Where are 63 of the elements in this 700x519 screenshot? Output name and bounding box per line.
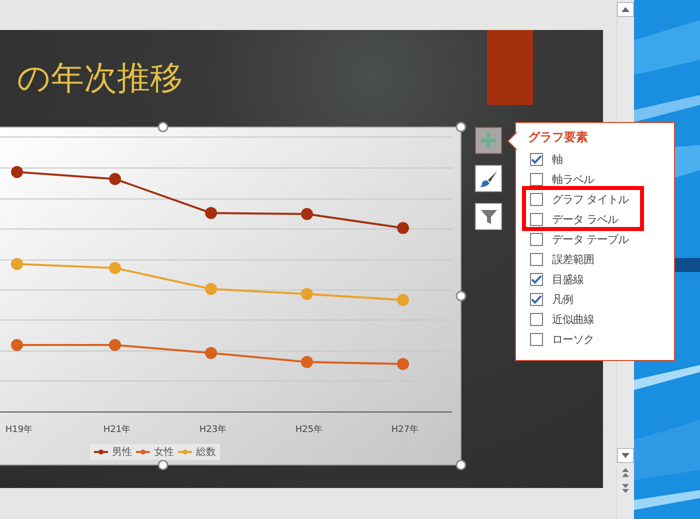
data-point: [11, 258, 23, 270]
axis-label: H27年: [391, 425, 419, 435]
checkbox[interactable]: [530, 292, 543, 306]
scroll-down-button[interactable]: [617, 448, 634, 463]
data-point: [109, 262, 121, 274]
data-point: [301, 288, 313, 300]
checkbox-label: 凡例: [552, 294, 573, 304]
axis-label: H19年: [5, 425, 33, 435]
scroll-up-button[interactable]: [617, 2, 634, 17]
checkbox[interactable]: [530, 172, 543, 186]
checkbox[interactable]: [530, 152, 543, 166]
resize-handle[interactable]: [456, 290, 466, 302]
data-point: [301, 356, 313, 368]
checkbox-label: 軸: [552, 154, 562, 164]
data-point: [109, 173, 121, 185]
data-point: [205, 283, 217, 295]
axis-label: H23年: [199, 425, 227, 435]
checkbox-label: 目盛線: [552, 274, 584, 284]
down-arrow-icon: [621, 451, 630, 460]
data-point: [397, 294, 409, 306]
checkbox[interactable]: [530, 312, 543, 326]
checkbox-label: データ ラベル: [552, 214, 618, 224]
brush-icon: [480, 170, 498, 186]
checkbox-label: 近似曲線: [552, 314, 594, 324]
double-up-arrow-icon: [621, 467, 630, 477]
data-point: [205, 347, 217, 359]
checkbox[interactable]: [530, 252, 543, 266]
data-point: [109, 339, 121, 351]
checkbox-label: 軸ラベル: [552, 174, 594, 184]
plus-icon: [481, 133, 496, 148]
checkbox-label: グラフ タイトル: [552, 194, 628, 204]
data-point: [205, 207, 217, 219]
axis-label: H25年: [295, 425, 323, 435]
resize-handle[interactable]: [158, 460, 168, 470]
checkbox-label: 誤差範囲: [552, 254, 594, 264]
legend-label: 男性: [112, 446, 132, 460]
checkbox-label: ローソク: [552, 334, 594, 344]
checkbox[interactable]: [530, 232, 543, 246]
data-point: [397, 358, 409, 370]
checkbox[interactable]: [530, 332, 543, 346]
filter-icon: [480, 208, 496, 224]
previous-slide-button[interactable]: [619, 466, 632, 478]
checkbox-label: データ テーブル: [552, 234, 628, 244]
chart-filters-button[interactable]: [475, 203, 502, 230]
checkbox[interactable]: [530, 212, 543, 226]
legend-label: 総数: [196, 446, 216, 460]
resize-handle[interactable]: [456, 122, 466, 132]
data-point: [11, 166, 23, 178]
axis-label: H21年: [103, 425, 131, 435]
data-point: [397, 222, 409, 234]
next-slide-button[interactable]: [619, 483, 632, 495]
double-down-arrow-icon: [621, 484, 630, 494]
checkbox[interactable]: [530, 272, 543, 286]
resize-handle[interactable]: [158, 122, 168, 132]
data-point: [301, 208, 313, 220]
up-arrow-icon: [621, 5, 630, 14]
data-point: [11, 339, 23, 351]
legend-label: 女性: [154, 446, 174, 460]
chart-styles-button[interactable]: [475, 165, 502, 192]
resize-handle[interactable]: [456, 460, 466, 470]
slide-title: の年次推移: [17, 61, 183, 94]
checkbox[interactable]: [530, 192, 543, 206]
panel-title: グラフ要素: [528, 129, 588, 146]
